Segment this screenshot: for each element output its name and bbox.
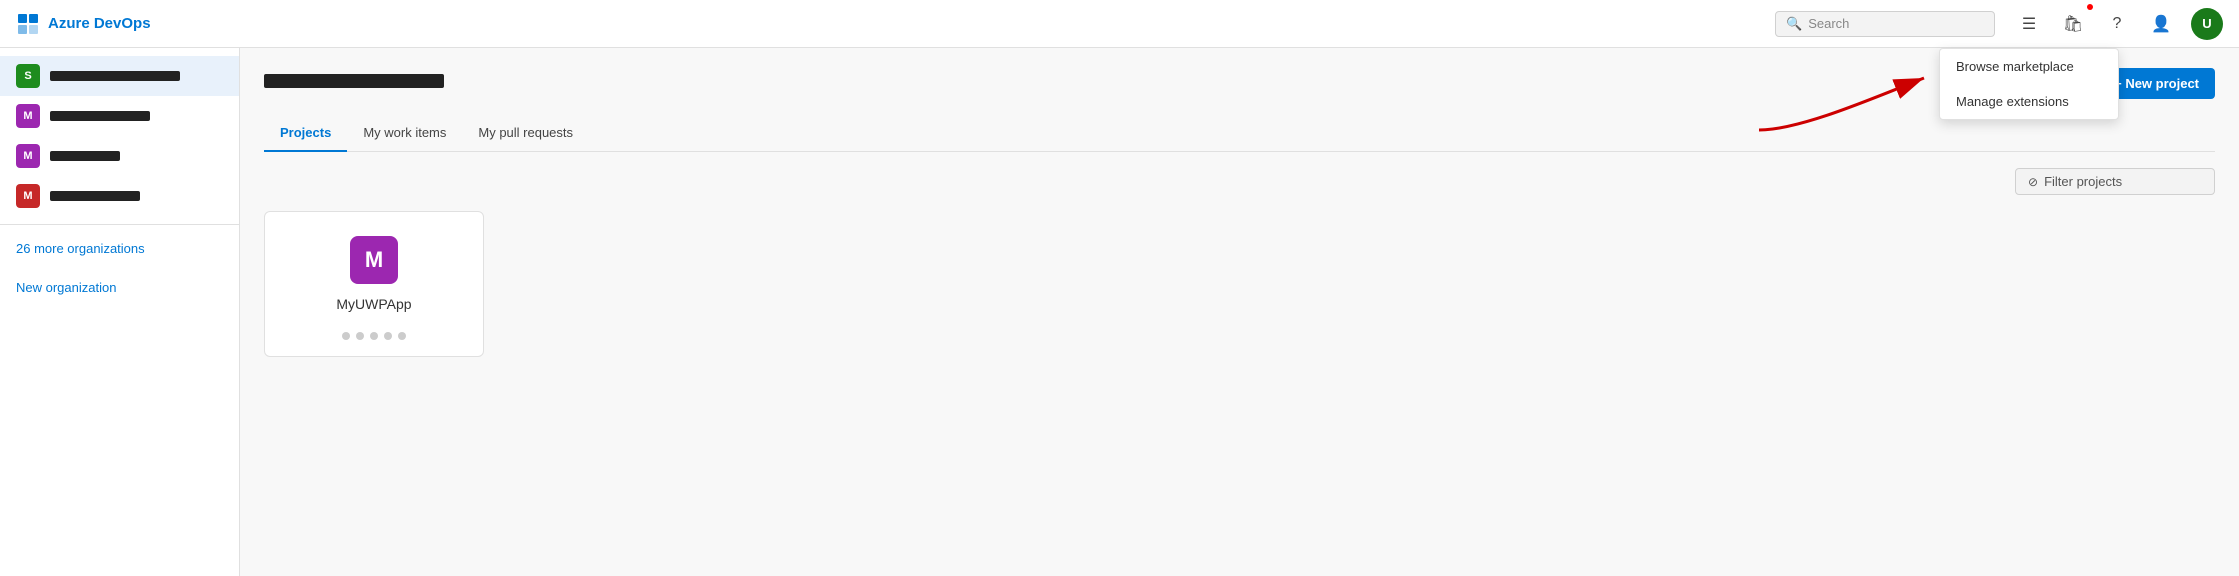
- sidebar-item-org-2[interactable]: M: [0, 96, 239, 136]
- filter-icon: ⊘: [2028, 175, 2038, 189]
- project-card-myuwpapp[interactable]: M MyUWPApp: [264, 211, 484, 357]
- tab-pull-requests[interactable]: My pull requests: [462, 115, 589, 152]
- card-dot-2: [356, 332, 364, 340]
- page-title-redacted: [264, 74, 444, 88]
- search-icon: 🔍: [1786, 16, 1802, 32]
- settings-icon-button[interactable]: ☰: [2011, 6, 2047, 42]
- project-name-myuwpapp: MyUWPApp: [336, 296, 411, 312]
- new-organization-link[interactable]: New organization: [0, 272, 239, 303]
- tab-projects[interactable]: Projects: [264, 115, 347, 152]
- org-name-redacted-4: [50, 191, 140, 201]
- org-avatar-1: S: [16, 64, 40, 88]
- card-dot-4: [384, 332, 392, 340]
- tabs-bar: Projects My work items My pull requests: [264, 115, 2215, 152]
- help-icon-button[interactable]: ?: [2099, 6, 2135, 42]
- main-header-row: + New project: [264, 68, 2215, 99]
- card-dots: [342, 332, 406, 340]
- filter-row: ⊘ Filter projects: [264, 168, 2215, 195]
- azure-devops-icon: [16, 12, 40, 36]
- project-avatar-myuwpapp: M: [350, 236, 398, 284]
- org-name-4: [50, 189, 223, 204]
- main-layout: S M M M 26 more organizations New org: [0, 48, 2239, 576]
- user-avatar[interactable]: U: [2191, 8, 2223, 40]
- user-icon-button[interactable]: 👤: [2143, 6, 2179, 42]
- sidebar-divider: [0, 224, 239, 225]
- page-title: [264, 74, 444, 93]
- manage-extensions-item[interactable]: Manage extensions: [1940, 84, 2118, 119]
- org-avatar-2: M: [16, 104, 40, 128]
- org-name-redacted-3: [50, 151, 120, 161]
- sidebar: S M M M 26 more organizations New org: [0, 48, 240, 576]
- search-box[interactable]: 🔍 Search: [1775, 11, 1995, 37]
- search-placeholder: Search: [1808, 16, 1849, 31]
- more-organizations-link[interactable]: 26 more organizations: [0, 233, 239, 264]
- header-icons: ☰ 🛍 ? 👤 U: [2011, 6, 2223, 42]
- org-name-2: [50, 109, 223, 124]
- projects-grid: M MyUWPApp: [264, 211, 2215, 357]
- org-name-3: [50, 149, 223, 164]
- extensions-dropdown: Browse marketplace Manage extensions: [1939, 48, 2119, 120]
- tab-work-items[interactable]: My work items: [347, 115, 462, 152]
- browse-marketplace-item[interactable]: Browse marketplace: [1940, 49, 2118, 84]
- filter-projects-input[interactable]: ⊘ Filter projects: [2015, 168, 2215, 195]
- filter-placeholder: Filter projects: [2044, 174, 2122, 189]
- org-avatar-3: M: [16, 144, 40, 168]
- main-content: + New project Projects My work items My …: [240, 48, 2239, 576]
- org-avatar-4: M: [16, 184, 40, 208]
- card-dot-3: [370, 332, 378, 340]
- org-name-1: [50, 69, 223, 84]
- extensions-icon-button[interactable]: 🛍: [2055, 6, 2091, 42]
- sidebar-item-org-1[interactable]: S: [0, 56, 239, 96]
- brand-name: Azure DevOps: [48, 15, 151, 32]
- org-name-redacted-2: [50, 111, 150, 121]
- card-dot-5: [398, 332, 406, 340]
- brand-logo[interactable]: Azure DevOps: [16, 12, 151, 36]
- app-header: Azure DevOps 🔍 Search ☰ 🛍 ? 👤 U: [0, 0, 2239, 48]
- org-name-redacted-1: [50, 71, 180, 81]
- sidebar-item-org-3[interactable]: M: [0, 136, 239, 176]
- card-dot-1: [342, 332, 350, 340]
- notification-dot: [2087, 4, 2093, 10]
- sidebar-item-org-4[interactable]: M: [0, 176, 239, 216]
